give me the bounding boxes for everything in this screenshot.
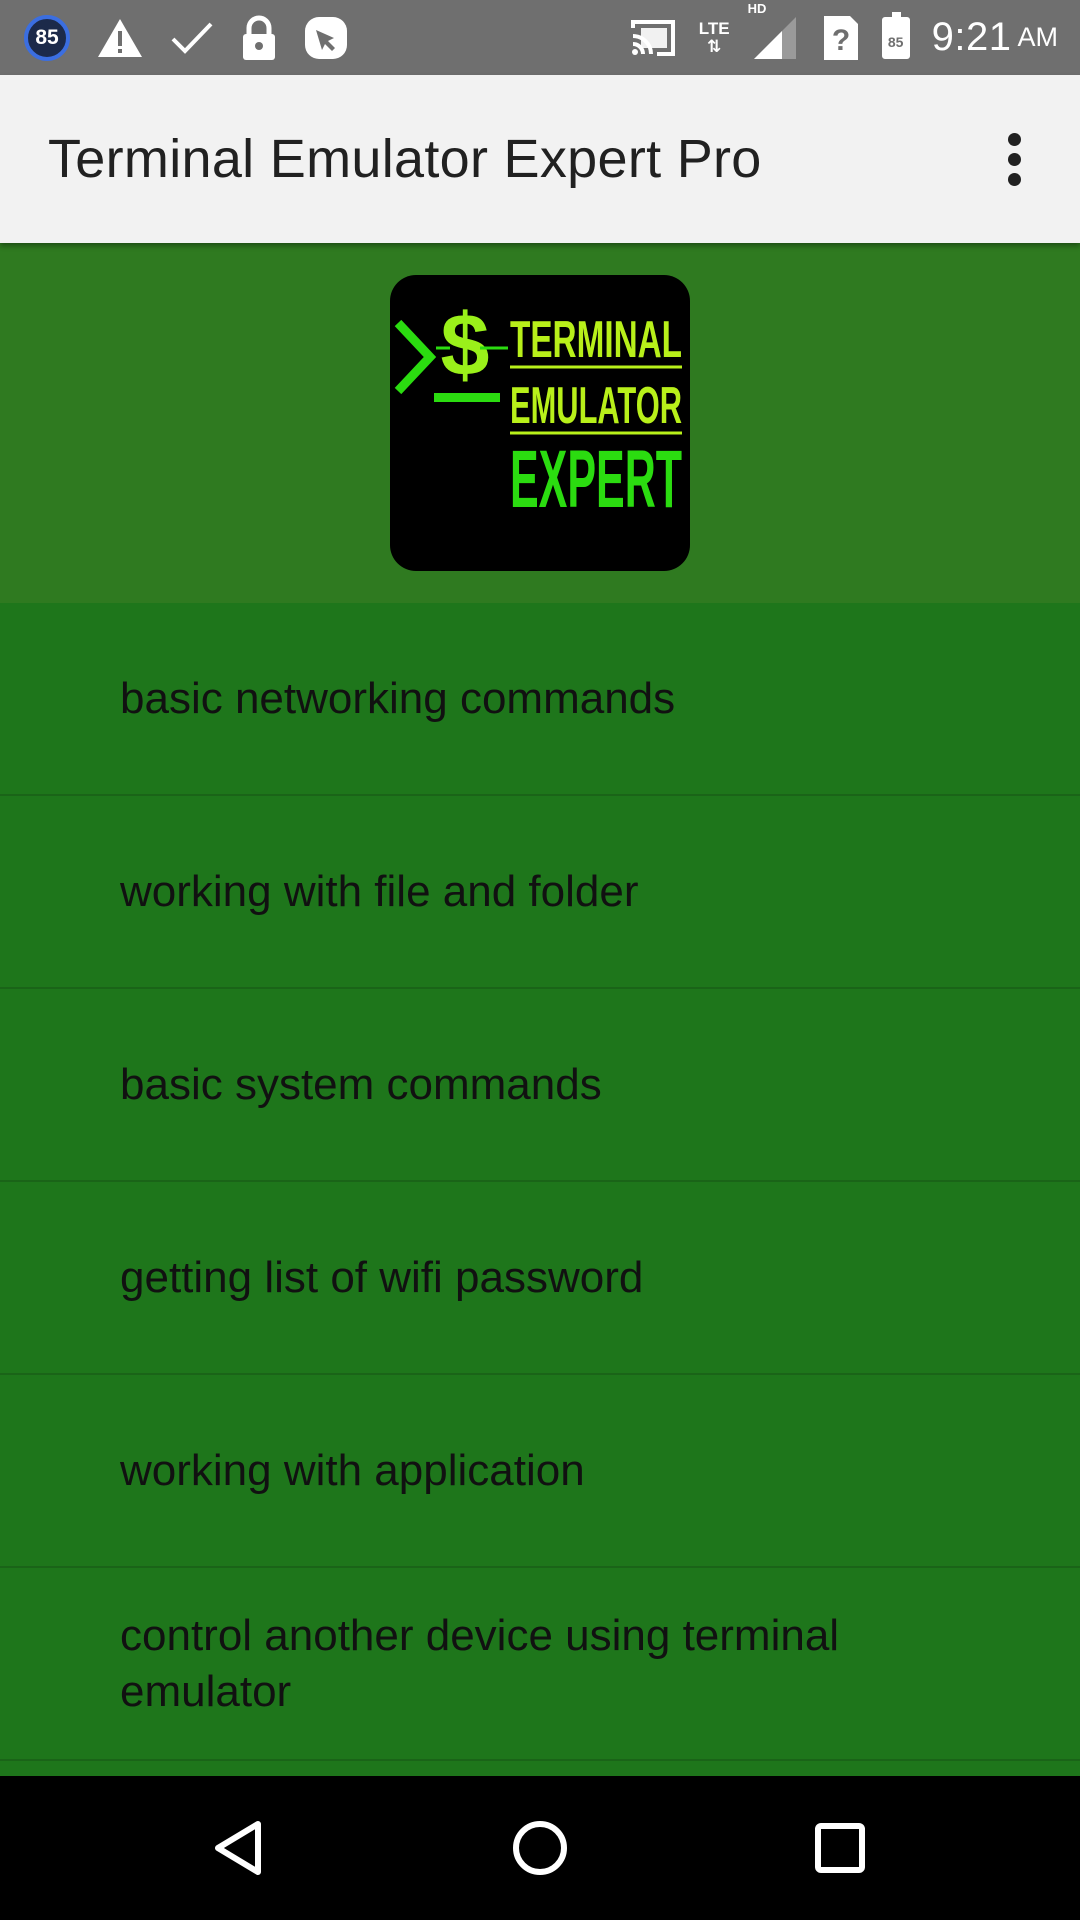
prompt-chevron-icon (394, 319, 437, 395)
battery-icon: 85 (881, 11, 910, 59)
recents-square-icon (815, 1823, 865, 1873)
logo-line-emulator: EMULATOR (510, 377, 682, 435)
battery-level: 85 (881, 11, 910, 59)
list-item-label: control another device using terminal em… (120, 1610, 840, 1716)
overflow-dot-icon (1007, 132, 1021, 146)
check-icon (170, 20, 214, 56)
warning-icon (96, 17, 144, 59)
list-item-label: basic networking commands (120, 673, 676, 723)
status-right-icons: LTE ⇅ HD ? 85 9:21 AM (629, 0, 1058, 75)
logo-line-terminal: TERMINAL (510, 311, 682, 369)
list-item-label: working with application (120, 1445, 585, 1495)
clock-time: 9:21 (931, 15, 1012, 59)
list-item[interactable]: basic networking commands (0, 603, 1080, 796)
list-item[interactable]: control another device using terminal em… (0, 1568, 1080, 1761)
navigation-bar (0, 1776, 1080, 1920)
back-button[interactable] (190, 1798, 290, 1898)
list-item[interactable]: working with file and folder (0, 796, 1080, 989)
recents-button[interactable] (790, 1798, 890, 1898)
app-bar: Terminal Emulator Expert Pro (0, 75, 1080, 243)
notification-count-icon: 85 (24, 14, 70, 61)
signal-icon: HD (748, 1, 800, 61)
app-logo: $ TERMINAL EMULATOR EXPERT (390, 275, 690, 571)
cast-icon (629, 18, 677, 58)
hd-label: HD (747, 0, 767, 16)
status-bar: 85 LTE ⇅ HD ? 85 9:21 AM (0, 0, 1080, 75)
clock-ampm: AM (1017, 22, 1059, 52)
clock: 9:21 AM (932, 15, 1058, 60)
list-item[interactable]: getting list of wifi password (0, 1182, 1080, 1375)
overflow-dot-icon (1007, 172, 1021, 186)
list-item[interactable]: working with application (0, 1375, 1080, 1568)
overflow-menu-button[interactable] (978, 119, 1050, 199)
app-notification-icon (304, 16, 348, 60)
notification-count: 85 (24, 14, 70, 61)
list-item[interactable]: basic system commands (0, 989, 1080, 1182)
overflow-dot-icon (1007, 152, 1021, 166)
logo-line-expert: EXPERT (510, 434, 682, 525)
list-item-label: getting list of wifi password (120, 1252, 644, 1302)
app-title: Terminal Emulator Expert Pro (48, 129, 762, 189)
list-item-label: working with file and folder (120, 866, 639, 916)
header-banner: $ TERMINAL EMULATOR EXPERT (0, 243, 1080, 603)
command-category-list: basic networking commands working with f… (0, 603, 1080, 1761)
logo-dollar: $ (441, 295, 490, 394)
lte-data-icon: LTE ⇅ (698, 18, 730, 56)
list-item-label: basic system commands (120, 1059, 602, 1109)
home-button[interactable] (490, 1798, 590, 1898)
status-left-icons: 85 (24, 0, 348, 75)
svg-text:?: ? (831, 24, 849, 57)
back-triangle-icon (215, 1821, 261, 1875)
lte-label: LTE (698, 18, 730, 38)
home-circle-icon (513, 1821, 567, 1875)
data-arrows-icon: ⇅ (707, 36, 722, 56)
lock-icon (240, 15, 278, 61)
unknown-sim-icon: ? (822, 14, 860, 62)
